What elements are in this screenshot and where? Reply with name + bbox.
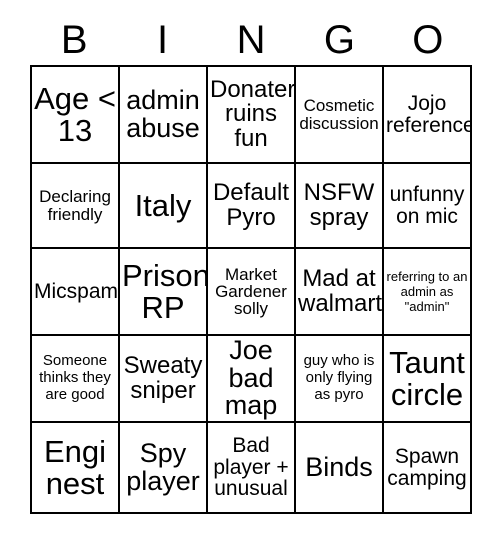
bingo-header-letter-g: G bbox=[323, 18, 355, 62]
bingo-cell-label: Market Gardener solly bbox=[215, 264, 287, 319]
bingo-cell-r4c1[interactable]: Someone thinks they are good bbox=[32, 336, 120, 423]
bingo-cell-r4c4[interactable]: guy who is only flying as pyro bbox=[296, 336, 384, 423]
bingo-cell-label: guy who is only flying as pyro bbox=[303, 352, 375, 403]
bingo-cell-label: Someone thinks they are good bbox=[39, 352, 111, 403]
bingo-cell-r3c2[interactable]: Prison RP bbox=[120, 249, 208, 336]
bingo-cell-label: Cosmetic discussion bbox=[299, 96, 379, 133]
bingo-cell-r4c3[interactable]: Joe bad map bbox=[208, 336, 296, 423]
bingo-cell-label: Donater ruins fun bbox=[210, 75, 296, 152]
bingo-cell-label: Spawn camping bbox=[387, 445, 467, 490]
bingo-header-letter-n: N bbox=[236, 18, 266, 62]
bingo-cell-label: Joe bad map bbox=[224, 336, 278, 421]
bingo-cell-label: NSFW spray bbox=[303, 179, 375, 231]
bingo-cell-r3c1[interactable]: Micspam bbox=[32, 249, 120, 336]
bingo-cell-r1c4[interactable]: Cosmetic discussion bbox=[296, 67, 384, 164]
bingo-cell-r5c2[interactable]: Spy player bbox=[120, 423, 208, 514]
bingo-grid: Age < 13 admin abuse Donater ruins fun C… bbox=[30, 65, 472, 514]
bingo-header-letter-i: I bbox=[157, 18, 169, 62]
bingo-cell-r3c5[interactable]: referring to an admin as "admin" bbox=[384, 249, 472, 336]
bingo-cell-label: referring to an admin as "admin" bbox=[386, 268, 468, 315]
bingo-cell-r4c5[interactable]: Taunt circle bbox=[384, 336, 472, 423]
bingo-cell-label: Bad player + unusual bbox=[213, 434, 289, 501]
bingo-cell-r1c5[interactable]: Jojo reference bbox=[384, 67, 472, 164]
bingo-cell-label: Spy player bbox=[126, 437, 200, 496]
bingo-cell-r4c2[interactable]: Sweaty sniper bbox=[120, 336, 208, 423]
bingo-cell-r1c2[interactable]: admin abuse bbox=[120, 67, 208, 164]
bingo-cell-label: Taunt circle bbox=[389, 344, 465, 412]
bingo-cell-label: Binds bbox=[305, 451, 373, 482]
bingo-cell-r5c5[interactable]: Spawn camping bbox=[384, 423, 472, 514]
bingo-header-letter-b: B bbox=[60, 18, 88, 62]
bingo-cell-label: admin abuse bbox=[126, 84, 200, 143]
bingo-cell-r5c3[interactable]: Bad player + unusual bbox=[208, 423, 296, 514]
bingo-card: B I N G O Age < 13 admin abuse Donater r… bbox=[0, 0, 500, 544]
bingo-header-row: B I N G O bbox=[30, 16, 472, 64]
bingo-cell-label: Sweaty sniper bbox=[123, 352, 203, 404]
bingo-cell-label: Micspam bbox=[34, 279, 119, 303]
bingo-cell-r3c4[interactable]: Mad at walmart bbox=[296, 249, 384, 336]
bingo-cell-label: Prison RP bbox=[122, 257, 208, 325]
bingo-cell-r3c3[interactable]: Market Gardener solly bbox=[208, 249, 296, 336]
bingo-cell-r2c3[interactable]: Default Pyro bbox=[208, 164, 296, 249]
bingo-header-letter-o: O bbox=[412, 18, 444, 62]
bingo-cell-label: Default Pyro bbox=[212, 179, 290, 231]
bingo-cell-r2c5[interactable]: unfunny on mic bbox=[384, 164, 472, 249]
bingo-cell-r5c1[interactable]: Engi nest bbox=[32, 423, 120, 514]
bingo-cell-r1c3[interactable]: Donater ruins fun bbox=[208, 67, 296, 164]
bingo-cell-label: Age < 13 bbox=[34, 80, 116, 148]
bingo-cell-label: unfunny on mic bbox=[389, 183, 465, 228]
bingo-cell-r2c1[interactable]: Declaring friendly bbox=[32, 164, 120, 249]
bingo-cell-r2c4[interactable]: NSFW spray bbox=[296, 164, 384, 249]
bingo-cell-label: Declaring friendly bbox=[39, 187, 111, 224]
bingo-cell-label: Engi nest bbox=[43, 433, 107, 501]
bingo-cell-r2c2[interactable]: Italy bbox=[120, 164, 208, 249]
bingo-cell-label: Jojo reference bbox=[386, 92, 472, 137]
bingo-cell-r1c1[interactable]: Age < 13 bbox=[32, 67, 120, 164]
bingo-cell-label: Mad at walmart bbox=[298, 265, 383, 317]
bingo-cell-r5c4[interactable]: Binds bbox=[296, 423, 384, 514]
bingo-cell-label: Italy bbox=[134, 187, 192, 223]
